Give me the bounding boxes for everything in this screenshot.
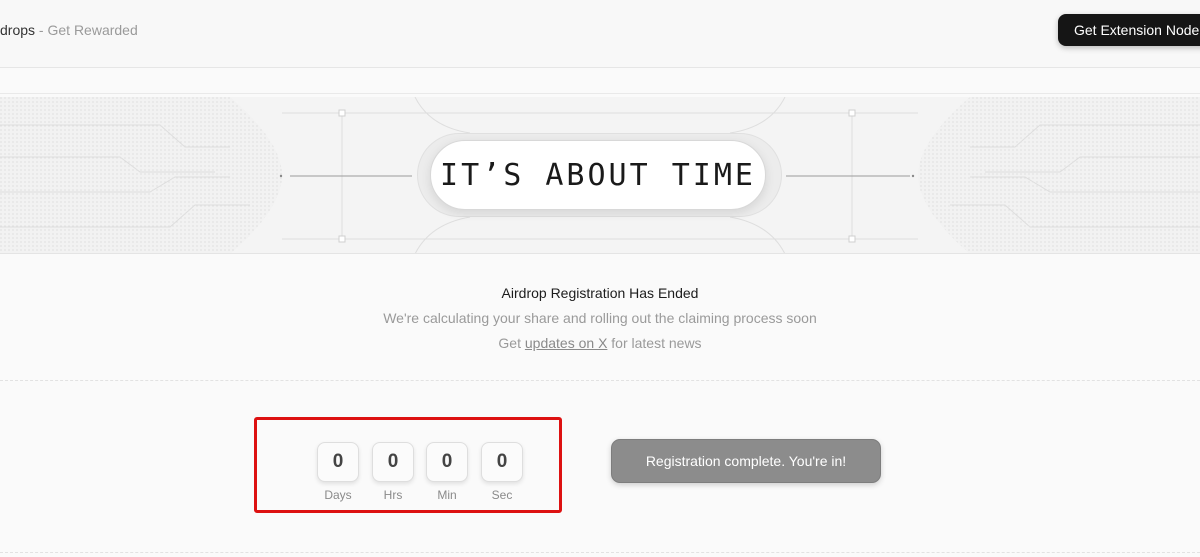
updates-on-x-link[interactable]: updates on X (525, 335, 608, 351)
top-bar: drops - Get Rewarded Get Extension Node (0, 0, 1200, 68)
section-divider (0, 380, 1200, 381)
bottom-divider (0, 552, 1200, 553)
calculating-share-text: We're calculating your share and rolling… (383, 310, 817, 326)
hero-banner: IT’S ABOUT TIME (0, 97, 1200, 254)
countdown-minutes-label: Min (437, 488, 457, 502)
countdown-hours-label: Hrs (383, 488, 403, 502)
brand-tagline: Get Rewarded (47, 22, 138, 38)
updates-suffix: for latest news (607, 335, 702, 351)
updates-prefix: Get (498, 335, 525, 351)
countdown-days-value: 0 (317, 442, 359, 482)
brand-name: drops (0, 22, 36, 38)
countdown-seconds: 0 Sec (481, 442, 523, 502)
countdown-days-label: Days (324, 488, 352, 502)
countdown-hours-value: 0 (372, 442, 414, 482)
divider (0, 93, 1200, 94)
registration-ended-title: Airdrop Registration Has Ended (501, 285, 699, 301)
brand[interactable]: drops - Get Rewarded (0, 22, 138, 38)
get-extension-node-button[interactable]: Get Extension Node (1058, 14, 1200, 46)
countdown-minutes: 0 Min (426, 442, 468, 502)
countdown-days: 0 Days (317, 442, 359, 502)
countdown-seconds-value: 0 (481, 442, 523, 482)
registration-complete-button[interactable]: Registration complete. You're in! (611, 439, 881, 483)
updates-line: Get updates on X for latest news (0, 335, 1200, 351)
countdown-seconds-label: Sec (491, 488, 513, 502)
headline-pill: IT’S ABOUT TIME (430, 140, 766, 210)
countdown-minutes-value: 0 (426, 442, 468, 482)
countdown-hours: 0 Hrs (372, 442, 414, 502)
headline-text: IT’S ABOUT TIME (440, 157, 756, 193)
brand-separator: - (35, 22, 48, 38)
